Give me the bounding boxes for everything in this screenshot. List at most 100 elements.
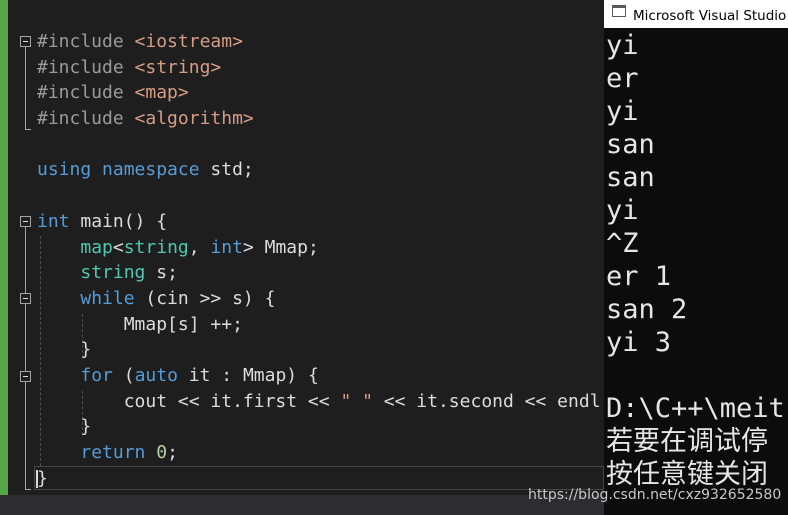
code-token: ; [167,442,178,463]
code-token: cout << it.first << [37,390,341,412]
code-token: #include [37,82,135,104]
code-token: std; [199,159,254,181]
code-line-text: string s; [37,260,178,286]
code-line-text: } [37,466,48,492]
code-token: << it.second << endl; [372,390,604,412]
code-token: } [37,416,92,438]
code-token: < [112,236,124,258]
code-token: <algorithm> [134,108,254,130]
code-token: } [37,467,48,489]
code-line-text: #include <algorithm> [37,106,254,132]
code-token: string [80,262,146,284]
code-token: auto [134,364,178,386]
code-token: ( [112,364,135,386]
code-line-text: #include <iostream> [37,29,243,55]
console-output: yi er yi san san yi ^Z er 1 san 2 yi 3 D:\C++\meit… [606,29,785,491]
code-token: <map> [134,82,189,104]
code-line-text: cout << it.first << " " << it.second << … [37,389,604,415]
code-token: " " [340,390,373,412]
console-line: D:\C++\meit [606,393,785,424]
code-editor[interactable]: #include <iostream> #include <string> #inc… [0,0,604,515]
code-token: s; [145,262,178,284]
code-token: , [188,236,211,258]
code-line[interactable]: #include <iostream> [0,29,604,55]
code-line[interactable]: } [0,337,604,363]
code-token: (cin >> s) { [134,287,276,309]
code-token: it : Mmap) { [177,364,319,386]
code-token: main() { [69,210,168,232]
code-line[interactable]: int main() { [0,209,604,235]
code-line[interactable]: for (auto it : Mmap) { [0,363,604,389]
code-token: while [80,287,135,309]
code-token: int [210,236,243,258]
code-token: > Mmap; [242,236,319,258]
code-token: map [80,236,113,258]
console-titlebar[interactable]: Microsoft Visual Studio 调 [604,0,788,28]
code-token: #include [37,56,135,78]
code-line[interactable]: while (cin >> s) { [0,286,604,312]
code-line-text: return 0; [37,440,178,466]
console-line: yi [606,30,639,61]
console-line: yi [606,195,639,226]
console-line: san [606,129,655,160]
code-line[interactable]: #include <string> [0,55,604,81]
code-token: <string> [134,56,222,78]
console-line: yi 3 [606,327,672,358]
console-line: er [606,63,639,94]
console-line: 若要在调试停 [606,426,768,457]
code-line-text: #include <string> [37,55,221,81]
code-token: Mmap[s] ++; [37,313,243,335]
code-token: #include [37,108,135,130]
code-token: #include [37,31,135,52]
code-line-text: map<string, int> Mmap; [37,235,319,261]
console-title: Microsoft Visual Studio 调 [633,8,788,24]
console-line: ^Z [606,228,639,259]
code-line[interactable]: #include <algorithm> [0,106,604,132]
code-line[interactable] [0,183,604,209]
code-line[interactable]: using namespace std; [0,157,604,183]
code-line-text: using namespace std; [37,157,254,183]
code-line-text: for (auto it : Mmap) { [37,363,319,389]
code-token: int [37,210,70,232]
code-line[interactable]: string s; [0,260,604,286]
console-app-icon [612,5,626,17]
code-line[interactable]: cout << it.first << " " << it.second << … [0,389,604,415]
code-line-text: int main() { [37,209,167,235]
code-line-text: while (cin >> s) { [37,286,275,312]
code-line[interactable]: return 0; [0,440,604,466]
console-line: san 2 [606,294,688,325]
code-line[interactable] [0,132,604,158]
code-line-text: } [37,414,91,440]
code-line-text: #include <map> [37,80,189,106]
watermark: https://blog.csdn.net/cxz932652580 [528,487,782,503]
code-line[interactable]: } [0,414,604,440]
console-line: er 1 [606,261,672,292]
code-lines[interactable]: #include <iostream> #include <string> #inc… [0,29,604,491]
horizontal-scrollbar[interactable] [0,495,604,515]
console-line: yi [606,96,639,127]
text-caret [36,470,38,488]
code-token: 0 [156,442,168,463]
console-window[interactable]: Microsoft Visual Studio 调 yi er yi san san yi… [604,0,788,515]
code-token: <iostream> [134,31,243,52]
code-token: string [123,236,189,258]
code-token: using [37,159,92,181]
console-line: san [606,162,655,193]
code-token: return [80,442,146,463]
code-token: } [37,339,92,361]
code-line[interactable]: } [0,466,604,492]
code-line[interactable]: #include <map> [0,80,604,106]
code-token: for [80,364,113,386]
code-line-text: } [37,337,91,363]
code-token: namespace [102,159,200,181]
code-line[interactable]: Mmap[s] ++; [0,312,604,338]
code-line[interactable]: map<string, int> Mmap; [0,235,604,261]
